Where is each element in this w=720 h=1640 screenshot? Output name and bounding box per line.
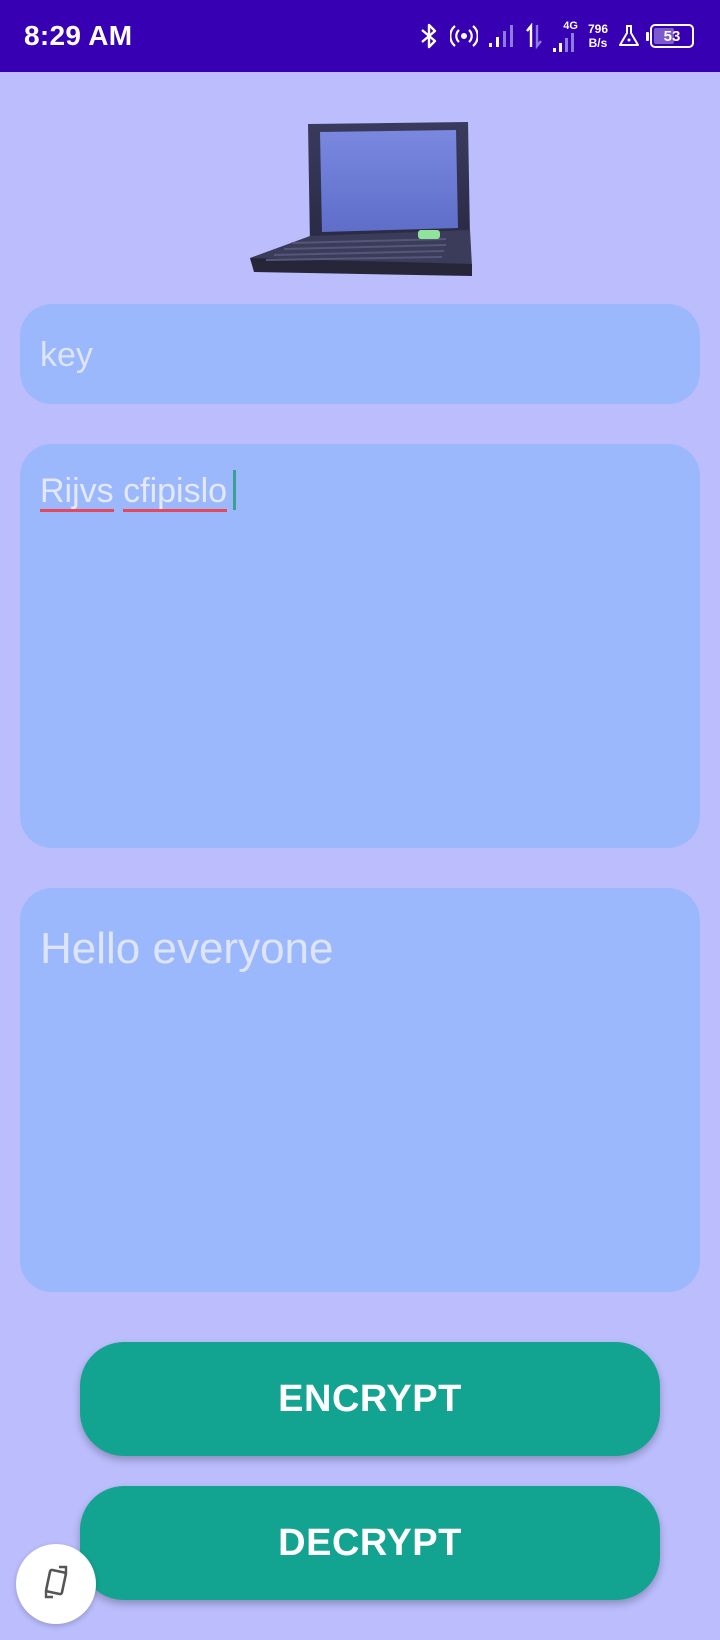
lab-flask-icon [618, 24, 640, 48]
laptop-icon [246, 118, 474, 288]
plain-text-value: Hello everyone [40, 924, 334, 973]
key-input[interactable]: key [20, 304, 700, 404]
status-icons: 4G 796 B/s 53 [418, 14, 694, 58]
encrypt-button[interactable]: ENCRYPT [80, 1342, 660, 1456]
cipher-word: Rijvs [40, 472, 114, 512]
network-type: 4G [563, 20, 578, 32]
cipher-word: cfipislo [123, 472, 228, 512]
signal-4g-icon [552, 33, 574, 52]
cipher-text-input[interactable]: Rijvs cfipislo [20, 444, 700, 848]
bluetooth-icon [418, 22, 440, 50]
data-transfer-icon [526, 23, 542, 49]
signal-icon [488, 24, 516, 48]
rotate-screen-button[interactable] [16, 1544, 96, 1624]
plain-text-input[interactable]: Hello everyone [20, 888, 700, 1292]
net-speed-unit: B/s [588, 36, 608, 50]
key-input-value: key [40, 336, 93, 374]
decrypt-button[interactable]: DECRYPT [80, 1486, 660, 1600]
net-speed-value: 796 [587, 22, 608, 36]
hotspot-icon [449, 24, 478, 48]
signal-4g-group: 4G [552, 20, 578, 52]
rotate-screen-icon [39, 1564, 73, 1605]
battery-icon: 53 [646, 24, 694, 48]
cipher-text-value: Rijvs cfipislo [40, 470, 237, 512]
status-bar: 8:29 AM 4G 796 B/s 53 [0, 0, 720, 72]
status-time: 8:29 AM [24, 20, 133, 51]
battery-level: 53 [663, 27, 681, 45]
net-speed: 796 B/s [588, 22, 608, 50]
text-cursor [233, 470, 237, 510]
